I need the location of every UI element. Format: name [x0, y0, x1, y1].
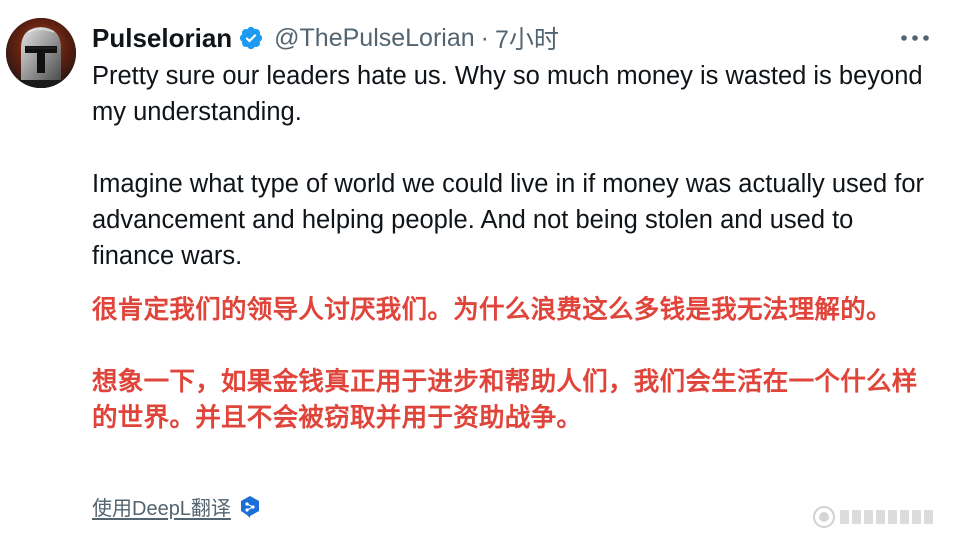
separator-dot: · — [480, 23, 489, 52]
deepl-icon[interactable] — [239, 495, 261, 519]
avatar[interactable] — [6, 18, 76, 88]
user-handle[interactable]: @ThePulseLorian — [274, 24, 475, 53]
translation-paragraph: 想象一下，如果金钱真正用于进步和帮助人们，我们会生活在一个什么样的世界。并且不会… — [92, 368, 918, 432]
tweet-text-chinese-translation: 很肯定我们的领导人讨厌我们。为什么浪费这么多钱是我无法理解的。 想象一下，如果金… — [92, 292, 922, 436]
tweet-text-english: Pretty sure our leaders hate us. Why so … — [92, 58, 942, 274]
translate-link[interactable]: 使用DeepL翻译 — [92, 492, 231, 521]
watermark-logo — [812, 503, 944, 531]
tweet-paragraph: Imagine what type of world we could live… — [92, 170, 924, 270]
verified-badge-icon[interactable] — [238, 25, 264, 51]
tweet-header: Pulselorian @ThePulseLorian · 7小时 — [92, 20, 559, 56]
tweet-card: Pulselorian @ThePulseLorian · 7小时 Pretty… — [0, 0, 953, 541]
translation-paragraph: 很肯定我们的领导人讨厌我们。为什么浪费这么多钱是我无法理解的。 — [92, 296, 892, 324]
mandalorian-helmet-avatar — [6, 18, 76, 88]
more-horizontal-icon[interactable] — [897, 24, 933, 52]
translate-row: 使用DeepL翻译 — [92, 492, 261, 521]
tweet-paragraph: Pretty sure our leaders hate us. Why so … — [92, 62, 923, 126]
timestamp[interactable]: 7小时 — [495, 20, 559, 56]
display-name[interactable]: Pulselorian — [92, 23, 232, 54]
